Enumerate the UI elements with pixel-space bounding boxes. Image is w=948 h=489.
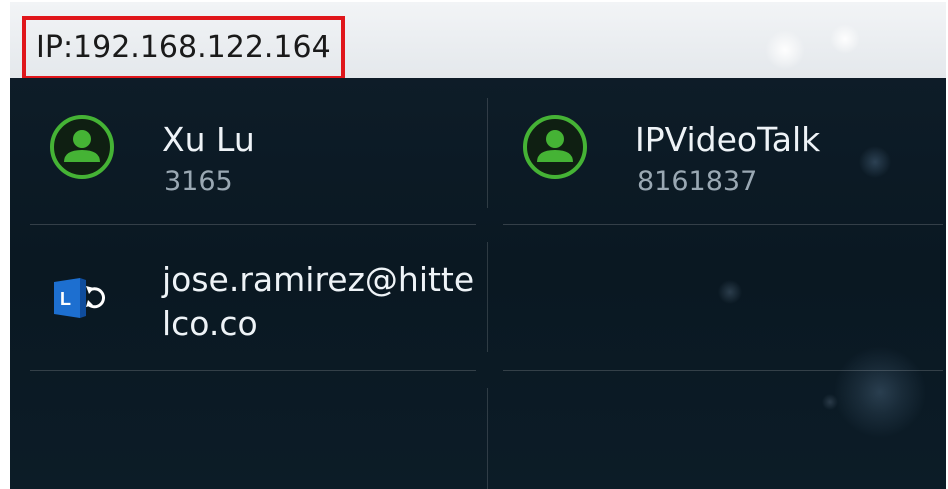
contact-name: IPVideoTalk bbox=[635, 120, 821, 159]
bokeh-decoration bbox=[765, 30, 805, 70]
contact-number: 3165 bbox=[164, 166, 233, 197]
contact-name: Xu Lu bbox=[162, 120, 255, 159]
account-address: jose.ramirez@hittelco.co bbox=[162, 260, 475, 343]
grid-divider bbox=[30, 370, 476, 371]
contact-avatar-icon bbox=[523, 115, 587, 179]
ip-address-label: IP:192.168.122.164 bbox=[22, 16, 345, 78]
grid-divider bbox=[487, 388, 488, 489]
contact-number: 8161837 bbox=[637, 166, 758, 197]
contact-tile[interactable]: IPVideoTalk 8161837 bbox=[503, 82, 943, 222]
grid-divider bbox=[487, 98, 488, 208]
lync-account-icon: L bbox=[54, 278, 106, 318]
account-tile[interactable]: L jose.ramirez@hittelco.co bbox=[30, 228, 476, 368]
contact-tile[interactable]: Xu Lu 3165 bbox=[30, 82, 476, 222]
grid-divider bbox=[503, 370, 943, 371]
grid-divider bbox=[503, 224, 943, 225]
grid-divider bbox=[487, 242, 488, 352]
svg-text:L: L bbox=[60, 289, 71, 309]
bokeh-decoration bbox=[830, 24, 860, 54]
phone-screen: IP:192.168.122.164 Xu Lu 3165 IPVideoTal… bbox=[10, 2, 946, 489]
contact-avatar-icon bbox=[50, 115, 114, 179]
status-bar: IP:192.168.122.164 bbox=[10, 2, 946, 78]
grid-divider bbox=[30, 224, 476, 225]
